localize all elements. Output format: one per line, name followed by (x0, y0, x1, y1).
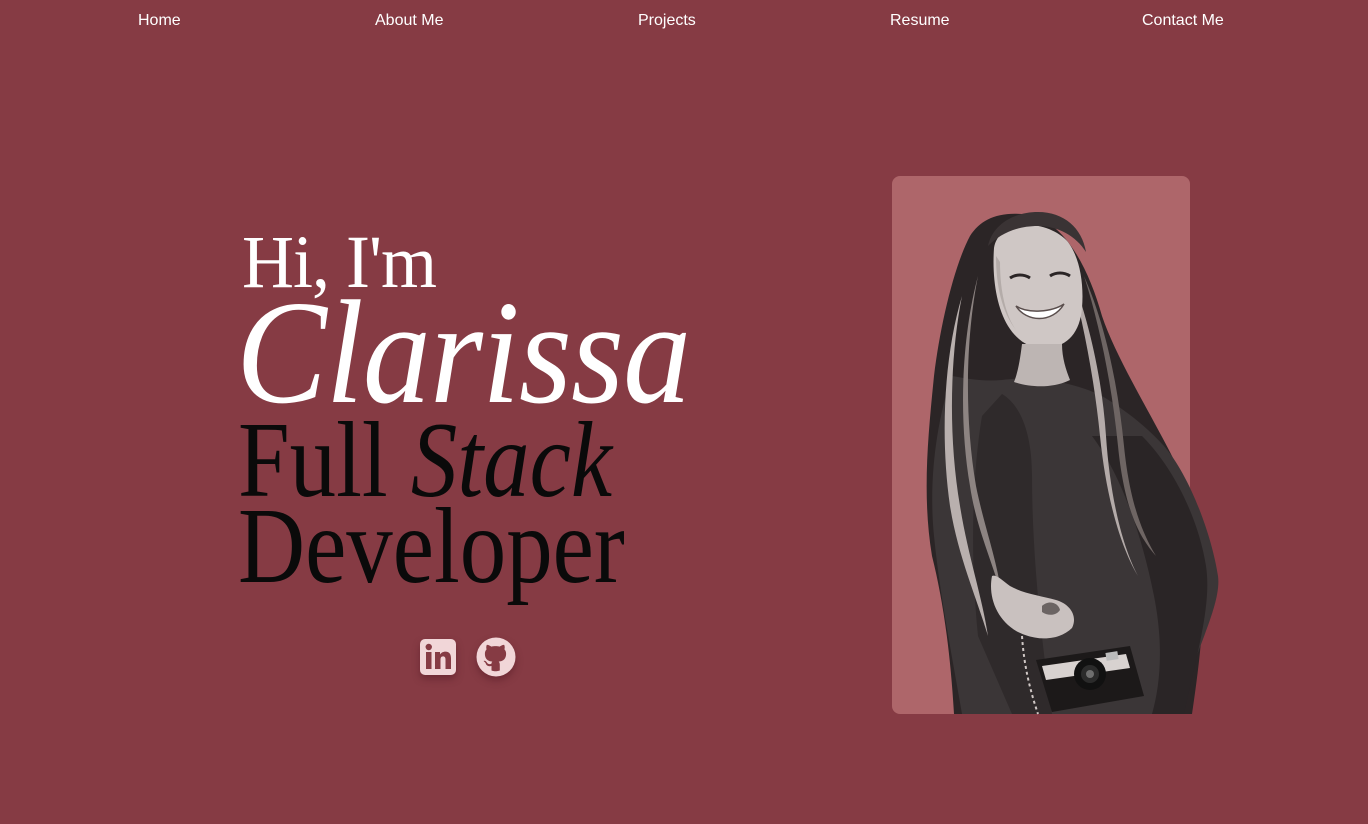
nav-contact-me-link[interactable]: Contact Me (1142, 11, 1224, 31)
nav-about-me-link[interactable]: About Me (375, 11, 443, 31)
github-link[interactable] (476, 637, 516, 677)
linkedin-link[interactable] (418, 637, 458, 677)
nav-projects-link[interactable]: Projects (638, 11, 696, 31)
nav-home-link[interactable]: Home (138, 11, 181, 31)
profile-photo-card (892, 176, 1219, 715)
hero-role-line-2: Developer (238, 487, 625, 606)
nav-resume-link[interactable]: Resume (890, 11, 950, 31)
linkedin-icon (420, 639, 456, 675)
profile-photo (926, 212, 1219, 715)
top-nav: Home About Me Projects Resume Contact Me (0, 0, 1368, 44)
github-icon (476, 637, 516, 677)
social-links (418, 637, 516, 679)
hero-heading: Hi, I'm Clarissa Full Stack Developer (236, 220, 706, 620)
